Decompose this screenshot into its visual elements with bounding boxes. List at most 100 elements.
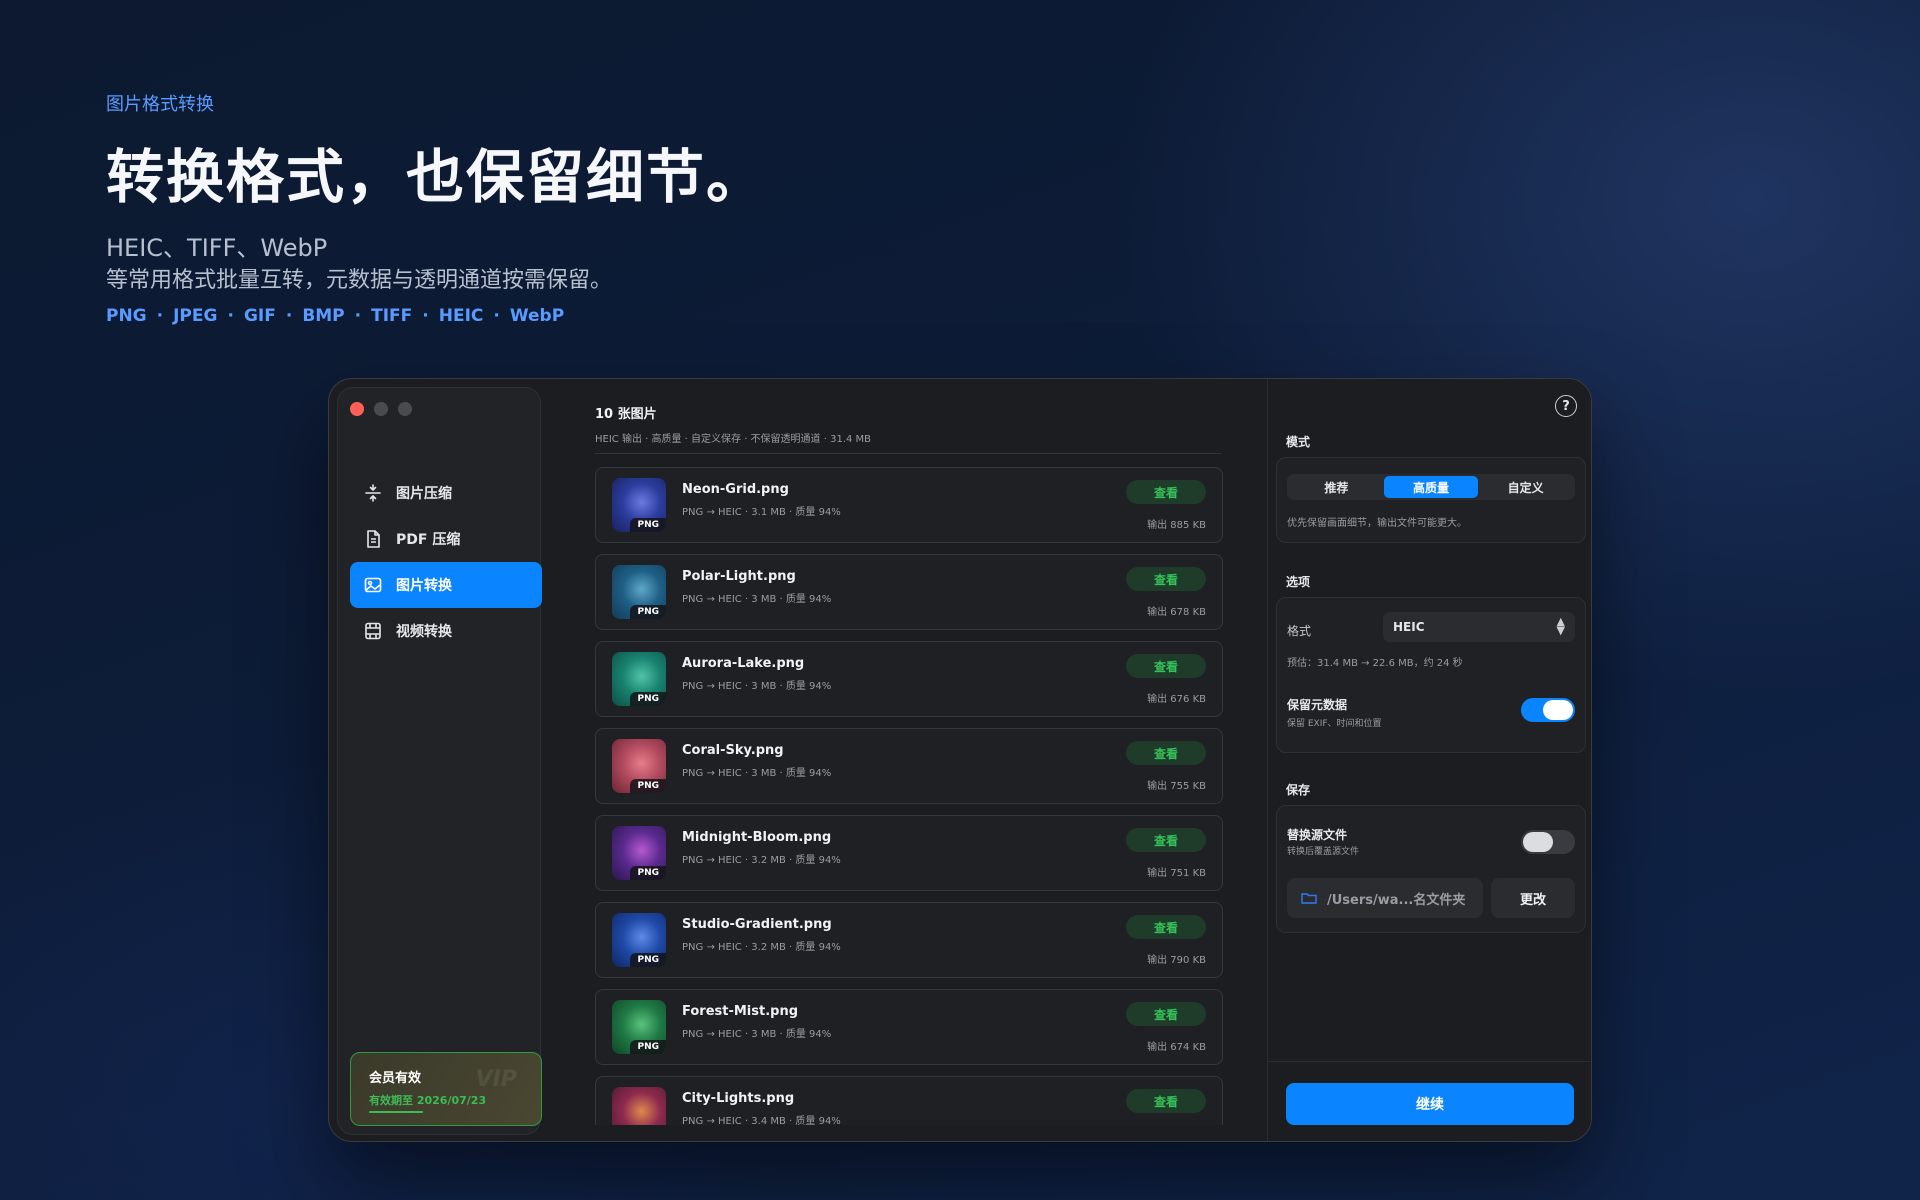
save-path-field[interactable]: /Users/wa...名文件夹 xyxy=(1287,878,1483,918)
format-list: PNG · JPEG · GIF · BMP · TIFF · HEIC · WebP xyxy=(106,306,565,326)
divider xyxy=(595,453,1221,454)
membership-card[interactable]: 会员有效 有效期至 2026/07/23 VIP xyxy=(350,1052,542,1126)
file-thumbnail: PNG xyxy=(612,478,666,532)
options-section-label: 选项 xyxy=(1286,575,1311,589)
mode-option-recommended[interactable]: 推荐 xyxy=(1289,476,1384,498)
file-info: PNG → HEIC · 3.2 MB · 质量 94% xyxy=(682,942,841,953)
conversion-summary: HEIC 输出 · 高质量 · 自定义保存 · 不保留透明通道 · 31.4 M… xyxy=(595,434,872,445)
file-name: Studio-Gradient.png xyxy=(682,917,832,932)
format-gif: GIF xyxy=(243,306,276,326)
subtitle-formats: HEIC、TIFF、WebP xyxy=(106,234,328,262)
file-card[interactable]: PNG Polar-Light.png PNG → HEIC · 3 MB · … xyxy=(595,554,1223,630)
format-select[interactable]: HEIC ▲ ▼ xyxy=(1383,612,1575,642)
file-name: Midnight-Bloom.png xyxy=(682,830,832,845)
format-jpeg: JPEG xyxy=(173,306,218,326)
view-button[interactable]: 查看 xyxy=(1126,915,1206,939)
sidebar-item-label: 视频转换 xyxy=(396,624,452,640)
membership-expiry: 有效期至 2026/07/23 xyxy=(369,1094,487,1107)
view-button[interactable]: 查看 xyxy=(1126,1002,1206,1026)
format-bmp: BMP xyxy=(302,306,345,326)
keep-metadata-desc: 保留 EXIF、时间和位置 xyxy=(1287,719,1382,729)
vip-watermark: VIP xyxy=(475,1067,517,1092)
output-size: 输出 790 KB xyxy=(1147,955,1206,966)
eyebrow: 图片格式转换 xyxy=(106,94,214,115)
image-icon xyxy=(362,574,384,596)
file-info: PNG → HEIC · 3 MB · 质量 94% xyxy=(682,1029,832,1040)
file-info: PNG → HEIC · 3 MB · 质量 94% xyxy=(682,681,832,692)
view-button[interactable]: 查看 xyxy=(1126,567,1206,591)
format-badge: PNG xyxy=(630,692,666,706)
output-size: 输出 674 KB xyxy=(1147,1042,1206,1053)
file-list: PNG Neon-Grid.png PNG → HEIC · 3.1 MB · … xyxy=(595,467,1223,1125)
continue-button[interactable]: 继续 xyxy=(1286,1083,1574,1125)
list-header: 10 张图片 HEIC 输出 · 高质量 · 自定义保存 · 不保留透明通道 ·… xyxy=(595,403,871,445)
view-button[interactable]: 查看 xyxy=(1126,828,1206,852)
format-badge: PNG xyxy=(630,1040,666,1054)
file-card[interactable]: PNG Midnight-Bloom.png PNG → HEIC · 3.2 … xyxy=(595,815,1223,891)
settings-panel: ? 模式 推荐 高质量 自定义 优先保留画面细节，输出文件可能更大。 选项 格式… xyxy=(1267,379,1591,1141)
view-button[interactable]: 查看 xyxy=(1126,654,1206,678)
replace-source-toggle[interactable] xyxy=(1521,830,1575,854)
change-path-button[interactable]: 更改 xyxy=(1491,878,1575,918)
file-name: Coral-Sky.png xyxy=(682,743,784,758)
file-thumbnail: PNG xyxy=(612,739,666,793)
file-thumbnail: PNG xyxy=(612,826,666,880)
file-name: Forest-Mist.png xyxy=(682,1004,799,1019)
output-size: 输出 676 KB xyxy=(1147,694,1206,705)
app-window: 图片压缩 PDF 压缩 图片转换 视频转换 会员有效 有效期至 2026/07/… xyxy=(328,378,1592,1142)
format-tiff: TIFF xyxy=(371,306,413,326)
image-count: 10 张图片 xyxy=(595,407,657,422)
format-label: 格式 xyxy=(1287,624,1312,638)
file-card[interactable]: PNG Aurora-Lake.png PNG → HEIC · 3 MB · … xyxy=(595,641,1223,717)
save-path: /Users/wa...名文件夹 xyxy=(1327,892,1466,908)
output-size: 输出 678 KB xyxy=(1147,607,1206,618)
file-thumbnail: PNG xyxy=(612,913,666,967)
format-badge: PNG xyxy=(630,605,666,619)
sidebar-item-image-convert[interactable]: 图片转换 xyxy=(350,562,542,608)
replace-source-desc: 转换后覆盖源文件 xyxy=(1287,847,1360,857)
file-thumbnail: PNG xyxy=(612,1087,666,1125)
format-badge: PNG xyxy=(630,518,666,532)
sidebar-item-label: 图片转换 xyxy=(396,578,452,594)
file-info: PNG → HEIC · 3.1 MB · 质量 94% xyxy=(682,507,841,518)
file-card[interactable]: PNG Coral-Sky.png PNG → HEIC · 3 MB · 质量… xyxy=(595,728,1223,804)
minimize-window-button[interactable] xyxy=(374,402,388,416)
view-button[interactable]: 查看 xyxy=(1126,741,1206,765)
mode-option-custom[interactable]: 自定义 xyxy=(1478,476,1573,498)
file-card[interactable]: PNG Studio-Gradient.png PNG → HEIC · 3.2… xyxy=(595,902,1223,978)
sidebar-item-label: PDF 压缩 xyxy=(396,532,461,548)
sidebar-item-image-compress[interactable]: 图片压缩 xyxy=(350,470,542,516)
mode-box: 推荐 高质量 自定义 优先保留画面细节，输出文件可能更大。 xyxy=(1276,457,1586,543)
file-name: Polar-Light.png xyxy=(682,569,796,584)
mode-section-label: 模式 xyxy=(1286,435,1311,449)
format-png: PNG xyxy=(106,306,147,326)
format-badge: PNG xyxy=(630,866,666,880)
window-controls xyxy=(350,402,412,416)
sidebar-item-video-convert[interactable]: 视频转换 xyxy=(350,608,542,654)
document-icon xyxy=(362,528,384,550)
format-badge: PNG xyxy=(630,779,666,793)
sidebar-item-pdf-compress[interactable]: PDF 压缩 xyxy=(350,516,542,562)
save-section-label: 保存 xyxy=(1286,783,1311,797)
mode-segmented-control: 推荐 高质量 自定义 xyxy=(1287,474,1575,500)
file-card[interactable]: PNG Neon-Grid.png PNG → HEIC · 3.1 MB · … xyxy=(595,467,1223,543)
output-size: 输出 885 KB xyxy=(1147,520,1206,531)
divider xyxy=(1268,1061,1591,1062)
file-info: PNG → HEIC · 3.4 MB · 质量 94% xyxy=(682,1116,841,1125)
view-button[interactable]: 查看 xyxy=(1126,480,1206,504)
file-thumbnail: PNG xyxy=(612,1000,666,1054)
output-size: 输出 751 KB xyxy=(1147,868,1206,879)
help-icon[interactable]: ? xyxy=(1555,395,1577,417)
format-select-value: HEIC xyxy=(1393,620,1425,634)
zoom-window-button[interactable] xyxy=(398,402,412,416)
membership-progress xyxy=(369,1111,423,1113)
keep-metadata-toggle[interactable] xyxy=(1521,698,1575,722)
view-button[interactable]: 查看 xyxy=(1126,1089,1206,1113)
file-card[interactable]: PNG City-Lights.png PNG → HEIC · 3.4 MB … xyxy=(595,1076,1223,1125)
file-card[interactable]: PNG Forest-Mist.png PNG → HEIC · 3 MB · … xyxy=(595,989,1223,1065)
folder-icon xyxy=(1301,893,1317,904)
mode-option-high-quality[interactable]: 高质量 xyxy=(1383,476,1479,498)
close-window-button[interactable] xyxy=(350,402,364,416)
file-name: Aurora-Lake.png xyxy=(682,656,805,671)
file-name: Neon-Grid.png xyxy=(682,482,789,497)
